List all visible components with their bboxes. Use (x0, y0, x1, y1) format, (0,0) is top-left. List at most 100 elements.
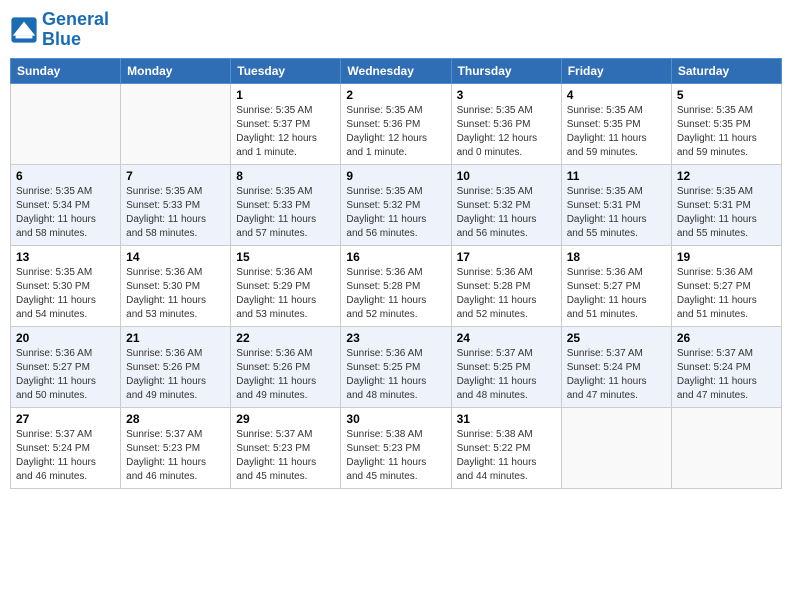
day-info: Sunrise: 5:37 AMSunset: 5:23 PMDaylight:… (126, 428, 225, 484)
day-number: 11 (567, 169, 666, 183)
day-info: Sunrise: 5:35 AMSunset: 5:32 PMDaylight:… (457, 185, 556, 241)
day-number: 25 (567, 331, 666, 345)
day-info: Sunrise: 5:35 AMSunset: 5:35 PMDaylight:… (677, 104, 776, 160)
weekday-header: Thursday (451, 58, 561, 83)
day-info: Sunrise: 5:36 AMSunset: 5:25 PMDaylight:… (346, 347, 445, 403)
day-number: 3 (457, 88, 556, 102)
day-info: Sunrise: 5:37 AMSunset: 5:24 PMDaylight:… (567, 347, 666, 403)
day-number: 16 (346, 250, 445, 264)
calendar-body: 1 Sunrise: 5:35 AMSunset: 5:37 PMDaylight… (11, 83, 782, 488)
calendar-cell: 3 Sunrise: 5:35 AMSunset: 5:36 PMDaylight… (451, 83, 561, 164)
day-info: Sunrise: 5:35 AMSunset: 5:37 PMDaylight:… (236, 104, 335, 160)
calendar-cell: 31Sunrise: 5:38 AMSunset: 5:22 PMDayligh… (451, 407, 561, 488)
day-number: 12 (677, 169, 776, 183)
day-info: Sunrise: 5:35 AMSunset: 5:35 PMDaylight:… (567, 104, 666, 160)
calendar-cell: 17 Sunrise: 5:36 AMSunset: 5:28 PMDayligh… (451, 245, 561, 326)
calendar-cell: 23 Sunrise: 5:36 AMSunset: 5:25 PMDayligh… (341, 326, 451, 407)
day-info: Sunrise: 5:36 AMSunset: 5:26 PMDaylight:… (236, 347, 335, 403)
day-info: Sunrise: 5:37 AMSunset: 5:23 PMDaylight:… (236, 428, 335, 484)
calendar-cell: 10 Sunrise: 5:35 AMSunset: 5:32 PMDayligh… (451, 164, 561, 245)
calendar-cell: 15 Sunrise: 5:36 AMSunset: 5:29 PMDayligh… (231, 245, 341, 326)
day-number: 28 (126, 412, 225, 426)
calendar-cell: 13 Sunrise: 5:35 AMSunset: 5:30 PMDayligh… (11, 245, 121, 326)
day-number: 24 (457, 331, 556, 345)
day-info: Sunrise: 5:35 AMSunset: 5:32 PMDaylight:… (346, 185, 445, 241)
calendar-week-row: 1 Sunrise: 5:35 AMSunset: 5:37 PMDaylight… (11, 83, 782, 164)
day-info: Sunrise: 5:38 AMSunset: 5:23 PMDaylight:… (346, 428, 445, 484)
calendar-cell: 24 Sunrise: 5:37 AMSunset: 5:25 PMDayligh… (451, 326, 561, 407)
day-info: Sunrise: 5:37 AMSunset: 5:24 PMDaylight:… (16, 428, 115, 484)
calendar-cell: 11 Sunrise: 5:35 AMSunset: 5:31 PMDayligh… (561, 164, 671, 245)
day-number: 10 (457, 169, 556, 183)
weekday-header: Saturday (671, 58, 781, 83)
day-number: 26 (677, 331, 776, 345)
calendar-table: SundayMondayTuesdayWednesdayThursdayFrid… (10, 58, 782, 489)
day-number: 31 (457, 412, 556, 426)
day-number: 13 (16, 250, 115, 264)
calendar-cell (671, 407, 781, 488)
page-header: General Blue (10, 10, 782, 50)
calendar-cell: 4Sunrise: 5:35 AMSunset: 5:35 PMDaylight… (561, 83, 671, 164)
day-info: Sunrise: 5:36 AMSunset: 5:30 PMDaylight:… (126, 266, 225, 322)
calendar-cell (561, 407, 671, 488)
day-number: 14 (126, 250, 225, 264)
day-number: 20 (16, 331, 115, 345)
logo-icon (10, 16, 38, 44)
day-number: 22 (236, 331, 335, 345)
day-number: 30 (346, 412, 445, 426)
calendar-cell: 20 Sunrise: 5:36 AMSunset: 5:27 PMDayligh… (11, 326, 121, 407)
weekday-header: Sunday (11, 58, 121, 83)
day-info: Sunrise: 5:35 AMSunset: 5:31 PMDaylight:… (677, 185, 776, 241)
day-number: 9 (346, 169, 445, 183)
calendar-cell: 18Sunrise: 5:36 AMSunset: 5:27 PMDayligh… (561, 245, 671, 326)
calendar-cell: 14 Sunrise: 5:36 AMSunset: 5:30 PMDayligh… (121, 245, 231, 326)
calendar-cell: 27Sunrise: 5:37 AMSunset: 5:24 PMDayligh… (11, 407, 121, 488)
day-info: Sunrise: 5:35 AMSunset: 5:31 PMDaylight:… (567, 185, 666, 241)
day-number: 5 (677, 88, 776, 102)
calendar-cell: 30 Sunrise: 5:38 AMSunset: 5:23 PMDayligh… (341, 407, 451, 488)
calendar-cell: 8Sunrise: 5:35 AMSunset: 5:33 PMDaylight… (231, 164, 341, 245)
day-info: Sunrise: 5:35 AMSunset: 5:33 PMDaylight:… (126, 185, 225, 241)
calendar-cell: 12 Sunrise: 5:35 AMSunset: 5:31 PMDayligh… (671, 164, 781, 245)
day-number: 19 (677, 250, 776, 264)
day-info: Sunrise: 5:37 AMSunset: 5:24 PMDaylight:… (677, 347, 776, 403)
day-number: 23 (346, 331, 445, 345)
day-info: Sunrise: 5:35 AMSunset: 5:30 PMDaylight:… (16, 266, 115, 322)
logo-text: General Blue (42, 10, 109, 50)
calendar-cell: 16 Sunrise: 5:36 AMSunset: 5:28 PMDayligh… (341, 245, 451, 326)
calendar-cell: 29 Sunrise: 5:37 AMSunset: 5:23 PMDayligh… (231, 407, 341, 488)
calendar-cell: 19 Sunrise: 5:36 AMSunset: 5:27 PMDayligh… (671, 245, 781, 326)
weekday-header: Wednesday (341, 58, 451, 83)
day-info: Sunrise: 5:36 AMSunset: 5:27 PMDaylight:… (567, 266, 666, 322)
calendar-cell: 6 Sunrise: 5:35 AMSunset: 5:34 PMDaylight… (11, 164, 121, 245)
day-number: 6 (16, 169, 115, 183)
calendar-cell: 25 Sunrise: 5:37 AMSunset: 5:24 PMDayligh… (561, 326, 671, 407)
logo: General Blue (10, 10, 109, 50)
day-info: Sunrise: 5:36 AMSunset: 5:27 PMDaylight:… (16, 347, 115, 403)
day-number: 15 (236, 250, 335, 264)
day-info: Sunrise: 5:35 AMSunset: 5:34 PMDaylight:… (16, 185, 115, 241)
calendar-cell (121, 83, 231, 164)
day-info: Sunrise: 5:36 AMSunset: 5:26 PMDaylight:… (126, 347, 225, 403)
day-info: Sunrise: 5:36 AMSunset: 5:27 PMDaylight:… (677, 266, 776, 322)
calendar-cell: 9 Sunrise: 5:35 AMSunset: 5:32 PMDaylight… (341, 164, 451, 245)
day-number: 1 (236, 88, 335, 102)
day-info: Sunrise: 5:36 AMSunset: 5:28 PMDaylight:… (457, 266, 556, 322)
day-info: Sunrise: 5:35 AMSunset: 5:36 PMDaylight:… (346, 104, 445, 160)
day-info: Sunrise: 5:35 AMSunset: 5:36 PMDaylight:… (457, 104, 556, 160)
day-info: Sunrise: 5:36 AMSunset: 5:28 PMDaylight:… (346, 266, 445, 322)
calendar-cell: 28 Sunrise: 5:37 AMSunset: 5:23 PMDayligh… (121, 407, 231, 488)
calendar-cell: 1 Sunrise: 5:35 AMSunset: 5:37 PMDaylight… (231, 83, 341, 164)
calendar-week-row: 13 Sunrise: 5:35 AMSunset: 5:30 PMDayligh… (11, 245, 782, 326)
weekday-header: Monday (121, 58, 231, 83)
weekday-header: Tuesday (231, 58, 341, 83)
calendar-cell: 22 Sunrise: 5:36 AMSunset: 5:26 PMDayligh… (231, 326, 341, 407)
calendar-week-row: 27Sunrise: 5:37 AMSunset: 5:24 PMDayligh… (11, 407, 782, 488)
day-number: 29 (236, 412, 335, 426)
day-info: Sunrise: 5:36 AMSunset: 5:29 PMDaylight:… (236, 266, 335, 322)
calendar-cell: 7Sunrise: 5:35 AMSunset: 5:33 PMDaylight… (121, 164, 231, 245)
day-info: Sunrise: 5:35 AMSunset: 5:33 PMDaylight:… (236, 185, 335, 241)
day-number: 17 (457, 250, 556, 264)
day-info: Sunrise: 5:37 AMSunset: 5:25 PMDaylight:… (457, 347, 556, 403)
calendar-week-row: 20 Sunrise: 5:36 AMSunset: 5:27 PMDayligh… (11, 326, 782, 407)
